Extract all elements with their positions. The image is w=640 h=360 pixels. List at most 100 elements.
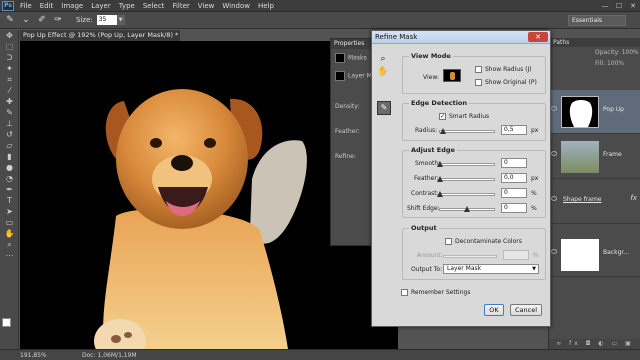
marquee-tool-icon[interactable]: ⬚ xyxy=(0,41,19,52)
smooth-slider-knob[interactable] xyxy=(437,161,443,167)
amount-label: Amount: xyxy=(417,252,443,259)
radius-slider-knob[interactable] xyxy=(439,128,446,134)
menu-layer[interactable]: Layer xyxy=(91,2,111,10)
clone-stamp-icon[interactable]: ⊥ xyxy=(0,118,19,129)
document-tab[interactable]: Pop Up Effect @ 192% (Pop Up, Layer Mask… xyxy=(20,30,180,41)
maximize-button[interactable]: ☐ xyxy=(612,1,626,11)
layer-thumbnail xyxy=(561,141,599,173)
feather-unit: px xyxy=(531,175,539,182)
show-radius-checkbox[interactable] xyxy=(475,66,482,73)
dialog-titlebar[interactable]: Refine Mask ✕ xyxy=(372,31,550,44)
radius-input[interactable]: 0,5 xyxy=(501,125,527,135)
minimize-button[interactable]: — xyxy=(598,1,612,11)
healing-brush-icon[interactable]: ✚ xyxy=(0,96,19,107)
menu-type[interactable]: Type xyxy=(119,2,135,10)
quick-select-tool-icon[interactable]: ✦ xyxy=(0,63,19,74)
hand-tool-icon[interactable]: ✋ xyxy=(376,66,390,79)
dodge-tool-icon[interactable]: ◔ xyxy=(0,173,19,184)
layer-row[interactable]: Frame xyxy=(549,135,640,179)
refine-radius-brush-icon[interactable]: ✎ xyxy=(377,101,391,115)
visibility-eye-icon[interactable] xyxy=(551,151,557,156)
layer-row[interactable]: Backgr... xyxy=(549,233,640,277)
size-dropdown-icon[interactable]: ▼ xyxy=(116,15,125,25)
feather-slider-knob[interactable] xyxy=(437,176,443,182)
layers-footer-icons[interactable]: ∞ fx ◘ ◐ ▭ ▣ 🗑 xyxy=(549,339,640,357)
erase-refinements-icon[interactable]: ✑ xyxy=(52,14,64,26)
smooth-input[interactable]: 0 xyxy=(501,158,527,168)
decontaminate-colors-label: Decontaminate Colors xyxy=(455,238,522,245)
dialog-close-button[interactable]: ✕ xyxy=(528,32,548,42)
smooth-slider[interactable] xyxy=(437,161,495,167)
fill-label: Fill: xyxy=(595,60,606,67)
output-to-select[interactable]: Layer Mask ▼ xyxy=(443,264,539,274)
shift-edge-slider[interactable] xyxy=(439,206,495,212)
brush-tool-icon[interactable]: ✎ xyxy=(0,107,19,118)
path-select-icon[interactable]: ➤ xyxy=(0,206,19,217)
shape-tool-icon[interactable]: ▭ xyxy=(0,217,19,228)
layer-row[interactable]: Shape frame fx xyxy=(549,180,640,224)
feather-input[interactable]: 0,0 xyxy=(501,173,527,183)
layer-effects-icon[interactable]: fx xyxy=(630,194,637,202)
type-tool-icon[interactable]: T xyxy=(0,195,19,206)
eyedropper-tool-icon[interactable]: ⁄ xyxy=(0,85,19,96)
contrast-slider[interactable] xyxy=(437,191,495,197)
layer-mask-row[interactable]: Layer M xyxy=(331,71,375,81)
remember-settings-checkbox[interactable] xyxy=(401,289,408,296)
move-tool-icon[interactable]: ✥ xyxy=(0,30,19,41)
radius-slider[interactable] xyxy=(439,128,495,134)
contrast-input[interactable]: 0 xyxy=(501,188,527,198)
menu-filter[interactable]: Filter xyxy=(172,2,189,10)
show-original-checkbox[interactable] xyxy=(475,79,482,86)
eraser-tool-icon[interactable]: ▱ xyxy=(0,140,19,151)
zoom-level[interactable]: 191,85% xyxy=(0,352,47,359)
visibility-eye-icon[interactable] xyxy=(551,249,557,254)
opacity-label: Opacity: xyxy=(595,49,620,56)
pen-tool-icon[interactable]: ✒ xyxy=(0,184,19,195)
contrast-slider-knob[interactable] xyxy=(437,191,443,197)
menu-file[interactable]: File xyxy=(20,2,32,10)
menu-help[interactable]: Help xyxy=(258,2,274,10)
smart-radius-checkbox[interactable]: ✓ xyxy=(439,113,446,120)
size-input[interactable]: 35 xyxy=(96,15,117,25)
opacity-value[interactable]: 100% xyxy=(622,49,639,56)
feather-slider[interactable] xyxy=(437,176,495,182)
cancel-button[interactable]: Cancel xyxy=(510,304,542,316)
layer-row[interactable]: Pop Up xyxy=(549,90,640,134)
visibility-eye-icon[interactable] xyxy=(551,196,557,201)
fill-control[interactable]: Fill: 100% xyxy=(549,58,640,69)
workspace-switcher[interactable]: Essentials xyxy=(568,14,626,26)
zoom-tool-icon[interactable]: ⌕ xyxy=(376,53,390,66)
foreground-color-swatch[interactable] xyxy=(2,318,11,327)
crop-tool-icon[interactable]: ⌗ xyxy=(0,74,19,85)
paths-tab[interactable]: Paths xyxy=(549,38,640,47)
amount-input xyxy=(503,250,529,260)
hand-tool-icon[interactable]: ✋ xyxy=(0,228,19,239)
visibility-eye-icon[interactable] xyxy=(551,106,557,111)
zoom-tool-icon[interactable]: ⌕ xyxy=(0,239,19,250)
history-brush-icon[interactable]: ↺ xyxy=(0,129,19,140)
ok-button[interactable]: OK xyxy=(484,304,504,316)
menu-window[interactable]: Window xyxy=(222,2,250,10)
view-mode-preview[interactable] xyxy=(443,69,461,82)
menu-select[interactable]: Select xyxy=(143,2,165,10)
brush-preset-icon[interactable]: ⌄ xyxy=(20,14,32,26)
gradient-tool-icon[interactable]: ▮ xyxy=(0,151,19,162)
document-size-info[interactable]: Doc: 1,06M/1,19M xyxy=(82,352,137,359)
add-radius-icon[interactable]: ✐ xyxy=(36,14,48,26)
shift-edge-input[interactable]: 0 xyxy=(501,203,527,213)
lasso-tool-icon[interactable]: ᑐ xyxy=(0,52,19,63)
refine-radius-tool-icon[interactable]: ✎ xyxy=(4,14,16,26)
layer-thumbnail xyxy=(561,239,599,271)
edit-toolbar-icon[interactable]: ⋯ xyxy=(0,250,19,261)
properties-tab[interactable]: Properties xyxy=(331,39,375,49)
shift-edge-unit: % xyxy=(531,205,537,212)
opacity-control[interactable]: Opacity: 100% xyxy=(549,47,640,58)
close-window-button[interactable]: ✕ xyxy=(626,1,640,11)
decontaminate-colors-checkbox[interactable] xyxy=(445,238,452,245)
blur-tool-icon[interactable]: ● xyxy=(0,162,19,173)
shift-edge-slider-knob[interactable] xyxy=(464,206,470,212)
menu-image[interactable]: Image xyxy=(61,2,83,10)
fill-value[interactable]: 100% xyxy=(607,60,624,67)
menu-view[interactable]: View xyxy=(198,2,215,10)
menu-edit[interactable]: Edit xyxy=(40,2,54,10)
